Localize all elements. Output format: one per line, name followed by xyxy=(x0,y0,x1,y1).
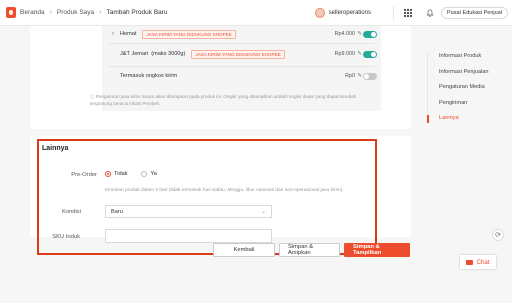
divider xyxy=(392,6,394,20)
condition-select[interactable]: Baru ⌄ xyxy=(105,205,272,218)
apps-grid-icon[interactable] xyxy=(403,9,412,17)
chevron-right-icon: › xyxy=(99,9,102,16)
nav-item-product-info[interactable]: Informasi Produk xyxy=(427,52,497,68)
pencil-icon[interactable]: ✎ xyxy=(357,73,362,79)
education-center-button[interactable]: Pusat Edukasi Penjual xyxy=(440,7,508,19)
shipping-row-hemat: › Hemat JASA KIRIM YANG DIDUKUNG SHOPEE … xyxy=(102,26,381,42)
shipping-row-jnt: J&T Jemari (maks 3000g) JASA KIRIM YANG … xyxy=(102,46,381,62)
chat-icon xyxy=(466,259,474,265)
breadcrumb: Beranda › Produk Saya › Tambah Produk Ba… xyxy=(20,9,168,16)
avatar[interactable] xyxy=(314,8,325,18)
pencil-icon[interactable]: ✎ xyxy=(357,51,362,57)
refresh-icon[interactable]: ⟳ xyxy=(492,229,504,241)
top-bar: Beranda › Produk Saya › Tambah Produk Ba… xyxy=(0,0,512,26)
shipping-card: › Hemat JASA KIRIM YANG DIDUKUNG SHOPEE … xyxy=(30,26,411,129)
supported-tag: JASA KIRIM YANG DIDUKUNG SHOPEE xyxy=(142,29,236,39)
chevron-right-icon[interactable]: › xyxy=(108,31,118,37)
shipping-toggle[interactable] xyxy=(363,30,377,38)
breadcrumb-current: Tambah Produk Baru xyxy=(106,9,168,16)
section-nav: Informasi Produk Informasi Penjualan Pen… xyxy=(427,52,497,130)
username[interactable]: selleroperations xyxy=(329,10,371,16)
preorder-option-no[interactable]: Tidak xyxy=(114,171,127,177)
shipping-note-text: Pengaturan jasa kirim hanya akan diterap… xyxy=(90,94,357,106)
shipping-toggle[interactable] xyxy=(363,72,377,80)
pencil-icon[interactable]: ✎ xyxy=(357,31,362,37)
section-title: Lainnya xyxy=(42,145,69,152)
nav-item-others[interactable]: Lainnya xyxy=(427,114,497,130)
shipping-price: Rp0 xyxy=(345,73,355,79)
shipping-price: Rp4.000 xyxy=(334,31,355,37)
bell-icon[interactable] xyxy=(426,9,434,17)
divider xyxy=(108,43,375,44)
supported-tag: JASA KIRIM YANG DIDUKUNG SHOPEE xyxy=(191,49,285,59)
shipping-name: Termasuk ongkos kirim xyxy=(120,73,178,79)
preorder-helper-text: Kirimkan produk dalam 2 hari (tidak term… xyxy=(105,188,344,193)
shipping-note: ⓘ Pengaturan jasa kirim hanya akan diter… xyxy=(90,93,375,107)
preorder-label: Pre-Order xyxy=(71,172,97,178)
shipping-toggle[interactable] xyxy=(363,50,377,58)
save-archive-button[interactable]: Simpan & Arsipkan xyxy=(279,242,340,257)
back-button[interactable]: Kembali xyxy=(213,242,275,257)
nav-item-sales-info[interactable]: Informasi Penjualan xyxy=(427,68,497,84)
chevron-right-icon: › xyxy=(49,9,52,16)
chat-button[interactable]: Chat xyxy=(460,255,496,269)
shipping-name: J&T Jemari xyxy=(120,51,149,57)
condition-value: Baru xyxy=(111,209,123,215)
preorder-radio-no[interactable] xyxy=(105,171,111,177)
breadcrumb-products[interactable]: Produk Saya xyxy=(57,9,94,16)
chat-label: Chat xyxy=(476,258,490,266)
shipping-row-free: Termasuk ongkos kirim Rp0 ✎ xyxy=(102,68,381,84)
condition-label: Kondisi xyxy=(61,209,81,215)
save-show-button[interactable]: Simpan & Tampilkan xyxy=(344,242,410,257)
chevron-down-icon: ⌄ xyxy=(260,209,266,215)
preorder-radio-group: Tidak Ya xyxy=(105,171,171,177)
footer-actions: Kembali Simpan & Arsipkan Simpan & Tampi… xyxy=(0,237,410,262)
shipping-price: Rp9.000 xyxy=(334,51,355,57)
preorder-radio-yes[interactable] xyxy=(141,171,148,177)
breadcrumb-home[interactable]: Beranda xyxy=(20,9,45,16)
shipping-name-note: (maks 3000g) xyxy=(151,51,186,57)
nav-item-media[interactable]: Pengaturan Media xyxy=(427,83,497,99)
preorder-option-yes[interactable]: Ya xyxy=(150,171,156,177)
shopee-logo-icon[interactable] xyxy=(6,7,16,18)
nav-item-shipping[interactable]: Pengiriman xyxy=(427,99,497,115)
shipping-name: Hemat xyxy=(120,31,137,37)
divider xyxy=(108,66,375,67)
